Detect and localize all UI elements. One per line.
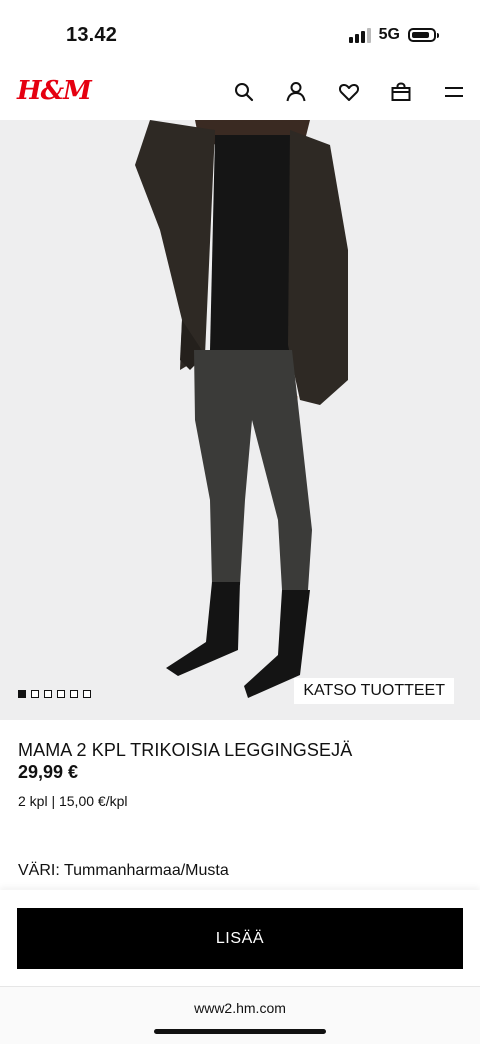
gallery-dot[interactable] [70, 690, 78, 698]
model-illustration [135, 120, 348, 698]
home-indicator[interactable] [154, 1029, 326, 1034]
add-to-bag-button[interactable]: LISÄÄ [17, 908, 463, 969]
status-time: 13.42 [66, 24, 118, 46]
status-bar: 13.42 5G [0, 0, 480, 70]
site-header: H&M [0, 70, 480, 120]
battery-icon [408, 28, 439, 42]
product-price: 29,99 € [18, 762, 79, 782]
hm-logo[interactable]: H&M [17, 76, 92, 106]
account-icon[interactable] [284, 80, 308, 104]
gallery-dot[interactable] [31, 690, 39, 698]
heart-icon[interactable] [337, 80, 361, 104]
network-label: 5G [378, 26, 400, 43]
color-label: VÄRI: Tummanharmaa/Musta [18, 862, 229, 879]
browser-bar: www2.hm.com [0, 986, 480, 1044]
product-name: MAMA 2 KPL TRIKOISIA LEGGINGSEJÄ [18, 740, 353, 760]
product-image[interactable] [0, 120, 480, 720]
gallery-dot[interactable] [57, 690, 65, 698]
url-bar[interactable]: www2.hm.com [0, 1000, 480, 1016]
gallery-dot[interactable] [83, 690, 91, 698]
unit-price: 2 kpl | 15,00 €/kpl [18, 793, 128, 809]
signal-icon [348, 27, 371, 43]
gallery-dots [18, 690, 91, 698]
gallery-dot[interactable] [18, 690, 26, 698]
gallery-dot[interactable] [44, 690, 52, 698]
view-products-button[interactable]: KATSO TUOTTEET [294, 678, 454, 704]
menu-icon[interactable] [442, 80, 466, 104]
bag-icon[interactable] [389, 80, 413, 104]
search-icon[interactable] [232, 80, 256, 104]
status-indicators: 5G [348, 26, 439, 44]
